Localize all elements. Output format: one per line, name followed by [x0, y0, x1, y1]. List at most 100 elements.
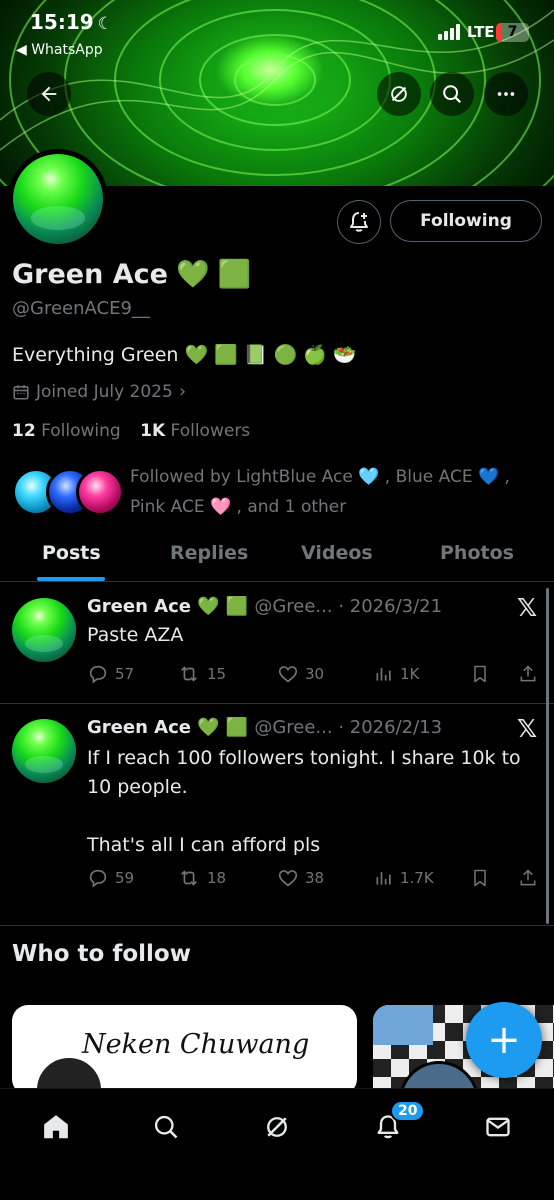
profile-bio: Everything Green 💚 🟩 📗 🟢 🍏 🥗 [12, 343, 357, 367]
search-button[interactable] [430, 72, 474, 116]
follow-counts: 12 Following 1K Followers [12, 421, 250, 441]
bookmark-icon [474, 869, 486, 887]
status-time: 15:19 ☾ [30, 10, 113, 34]
like-count: 38 [305, 869, 325, 887]
repost-count: 15 [207, 665, 227, 683]
joined-date-link[interactable]: Joined July 2025 › [12, 381, 186, 402]
back-to-whatsapp-link[interactable]: ◀ WhatsApp [16, 42, 103, 58]
name-emoji-2: 🟩 [217, 259, 252, 290]
profile-handle: @GreenACE9__ [12, 298, 150, 319]
views-button[interactable]: 1K [374, 663, 419, 685]
post-text: If I reach 100 followers tonight. I shar… [87, 747, 521, 856]
repost-button[interactable]: 18 [177, 867, 226, 889]
post-header: Green Ace 💚 🟩 @Gree... · 2026/2/13 [87, 717, 442, 738]
post-author-name[interactable]: Green Ace 💚 🟩 [87, 717, 248, 738]
bookmark-icon [474, 665, 486, 683]
tab-photos[interactable]: Photos [440, 542, 514, 564]
repost-icon [181, 666, 197, 682]
like-button[interactable]: 30 [277, 663, 324, 685]
notify-bell-button[interactable] [337, 200, 381, 244]
arrow-left-icon [41, 86, 57, 102]
post-handle-date: @Gree... · 2026/3/21 [254, 596, 443, 617]
profile-tabs: Posts Replies Videos Photos [0, 530, 554, 582]
tab-posts[interactable]: Posts [42, 542, 101, 564]
like-count: 30 [305, 665, 325, 683]
nav-search[interactable] [146, 1107, 186, 1147]
signal-icon [438, 24, 464, 40]
nav-messages[interactable] [478, 1107, 518, 1147]
back-button[interactable] [27, 72, 71, 116]
profile-name: Green Ace 💚 🟩 [12, 258, 252, 291]
view-count: 1K [400, 665, 420, 683]
views-button[interactable]: 1.7K [374, 867, 434, 889]
nav-home[interactable] [36, 1107, 76, 1147]
grok-icon [391, 86, 407, 102]
reply-count: 59 [115, 869, 135, 887]
tab-videos[interactable]: Videos [301, 542, 373, 564]
share-button[interactable] [518, 663, 538, 685]
bell-plus-icon [350, 212, 368, 232]
reply-count: 57 [115, 665, 135, 683]
share-button[interactable] [518, 867, 538, 889]
network-type: LTE [467, 23, 495, 41]
following-button[interactable]: Following [390, 200, 542, 242]
grok-icon [267, 1117, 287, 1137]
repost-button[interactable]: 15 [177, 663, 226, 685]
post-actions: 57 15 30 1K [87, 663, 547, 687]
nav-grok[interactable] [257, 1107, 297, 1147]
bookmark-button[interactable] [470, 867, 490, 889]
search-icon [443, 85, 462, 104]
x-logo-icon: 𝕏 [517, 593, 538, 622]
post-avatar[interactable] [12, 598, 76, 662]
status-bar: 15:19 ☾ ◀ WhatsApp LTE 7 [0, 0, 554, 62]
views-chart-icon [376, 872, 391, 885]
repost-icon [181, 870, 197, 886]
more-dots-icon [497, 92, 515, 96]
bookmark-button[interactable] [470, 663, 490, 685]
compose-post-button[interactable]: + [466, 1002, 542, 1078]
who-to-follow-title: Who to follow [12, 941, 191, 967]
scrollbar[interactable] [546, 588, 549, 924]
bio-emoji: 🟩 [214, 344, 238, 366]
like-button[interactable]: 38 [277, 867, 324, 889]
battery-level: 7 [507, 24, 518, 40]
profile-name-text: Green Ace [12, 258, 168, 290]
x-logo-icon: 𝕏 [517, 714, 538, 743]
bottom-navigation [0, 1088, 554, 1200]
followers-count-link[interactable]: 1K Followers [140, 421, 250, 441]
mail-icon [486, 1117, 510, 1137]
post-avatar[interactable] [12, 719, 76, 783]
more-options-button[interactable] [484, 72, 528, 116]
followed-by-text[interactable]: Followed by LightBlue Ace 🩵 , Blue ACE 💙… [130, 462, 540, 522]
card-banner-signature: Neken Chuwang [82, 1029, 310, 1060]
reply-icon [89, 665, 107, 684]
heart-icon [278, 870, 298, 887]
grok-button[interactable] [377, 72, 421, 116]
bio-emoji: 🟢 [273, 344, 298, 366]
suggested-user-card[interactable]: Neken Chuwang [12, 1005, 357, 1095]
follower-avatar-pink [76, 468, 124, 516]
post-author-name[interactable]: Green Ace 💚 🟩 [87, 596, 248, 617]
bio-emoji: 💚 [184, 344, 209, 366]
bio-emoji: 📗 [243, 344, 268, 366]
battery-icon: 7 [496, 23, 529, 42]
share-icon [520, 869, 536, 886]
bio-emoji: 🥗 [332, 344, 357, 366]
reply-button[interactable]: 59 [87, 867, 134, 889]
joined-text: Joined July 2025 [36, 381, 173, 402]
tab-replies[interactable]: Replies [170, 542, 248, 564]
chevron-right-icon: › [178, 381, 187, 402]
heart-icon [278, 666, 298, 683]
post-item[interactable]: Green Ace 💚 🟩 @Gree... · 2026/3/21 𝕏 Pas… [0, 583, 554, 704]
post-header: Green Ace 💚 🟩 @Gree... · 2026/3/21 [87, 596, 442, 617]
post-actions: 59 18 38 1.7K [87, 867, 547, 891]
active-tab-indicator [37, 577, 105, 581]
following-count-link[interactable]: 12 Following [12, 421, 121, 441]
notifications-badge: 20 [390, 1100, 426, 1122]
reply-button[interactable]: 57 [87, 663, 134, 685]
post-item[interactable]: Green Ace 💚 🟩 @Gree... · 2026/2/13 𝕏 If … [0, 704, 554, 926]
views-chart-icon [376, 668, 391, 681]
view-count: 1.7K [400, 869, 434, 887]
bio-emoji: 🍏 [303, 344, 327, 366]
profile-avatar[interactable] [8, 149, 108, 249]
